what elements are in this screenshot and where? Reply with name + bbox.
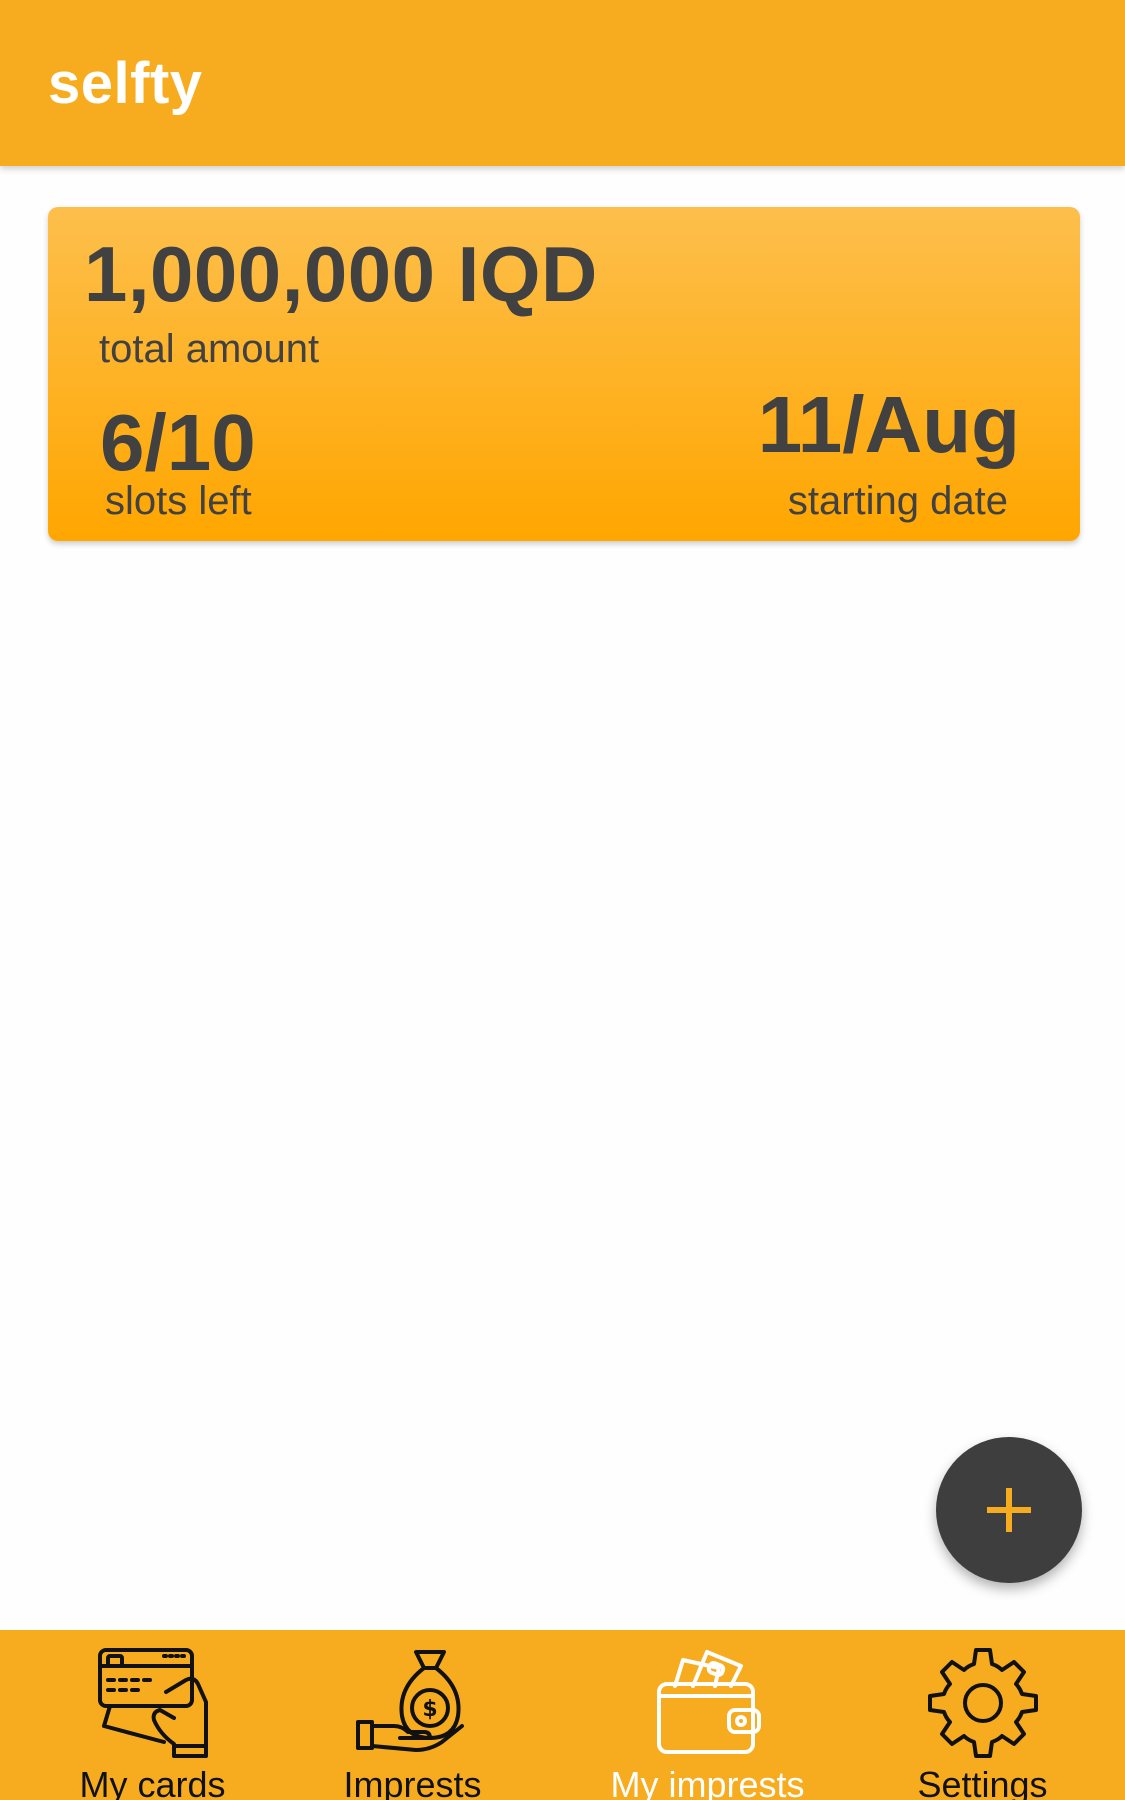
screen: selfty 1,000,000 IQD total amount 6/10 s…	[0, 0, 1125, 1800]
add-imprest-button[interactable]	[936, 1437, 1082, 1583]
money-bag-hand-icon: $	[354, 1648, 472, 1758]
nav-item-imprests[interactable]: $ Imprests	[300, 1630, 525, 1800]
nav-item-my-cards[interactable]: My cards	[40, 1630, 265, 1800]
total-amount-label: total amount	[99, 327, 320, 371]
app-bar: selfty	[0, 0, 1125, 166]
credit-card-hand-icon	[94, 1648, 212, 1758]
app-title: selfty	[48, 51, 203, 116]
starting-date-label: starting date	[787, 479, 1008, 523]
nav-label-my-cards: My cards	[79, 1764, 226, 1800]
bottom-navigation: My cards $ Imprests My imprests Settings	[0, 1630, 1125, 1800]
nav-label-my-imprests: My imprests	[610, 1764, 805, 1800]
imprest-card[interactable]: 1,000,000 IQD total amount 6/10 slots le…	[48, 207, 1080, 541]
nav-item-settings[interactable]: Settings	[870, 1630, 1095, 1800]
svg-text:$: $	[422, 1697, 437, 1722]
plus-icon	[987, 1488, 1031, 1532]
total-amount-value: 1,000,000 IQD	[84, 230, 598, 318]
wallet-icon	[649, 1648, 767, 1758]
slots-left-value: 6/10	[100, 398, 256, 487]
gear-icon	[924, 1648, 1042, 1758]
slots-left-label: slots left	[105, 479, 252, 523]
nav-item-my-imprests[interactable]: My imprests	[580, 1630, 835, 1800]
starting-date-value: 11/Aug	[757, 380, 1020, 469]
nav-label-settings: Settings	[917, 1764, 1048, 1800]
nav-label-imprests: Imprests	[343, 1764, 482, 1800]
